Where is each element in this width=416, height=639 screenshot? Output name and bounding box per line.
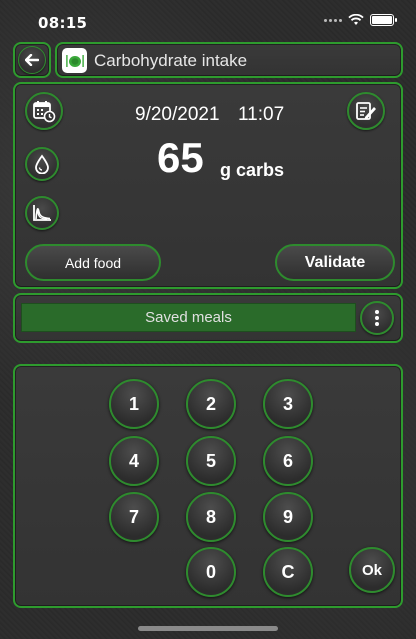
- blood-glucose-button[interactable]: [25, 147, 59, 181]
- more-vertical-icon: [375, 310, 379, 326]
- status-icons: [324, 14, 397, 26]
- key-8[interactable]: 8: [186, 492, 236, 542]
- arrow-left-icon: [25, 54, 39, 66]
- add-food-label: Add food: [64, 254, 122, 271]
- entry-date[interactable]: 9/20/2021: [135, 104, 220, 126]
- key-6[interactable]: 6: [263, 436, 313, 486]
- key-label: 9: [282, 506, 293, 527]
- back-button-panel: [13, 42, 51, 78]
- absorption-curve-button[interactable]: [25, 196, 59, 230]
- curve-chart-icon: [33, 205, 51, 221]
- key-9[interactable]: 9: [263, 492, 313, 542]
- header-bar: Carbohydrate intake: [55, 42, 403, 78]
- key-label: 6: [282, 450, 293, 471]
- key-clear[interactable]: C: [263, 547, 313, 597]
- ok-button[interactable]: Ok: [349, 547, 395, 593]
- key-5[interactable]: 5: [186, 436, 236, 486]
- back-button[interactable]: [18, 46, 46, 74]
- key-7[interactable]: 7: [109, 492, 159, 542]
- saved-meals-button[interactable]: Saved meals: [21, 303, 356, 332]
- note-button[interactable]: [347, 92, 385, 130]
- key-label: C: [281, 561, 295, 582]
- add-food-button[interactable]: Add food: [25, 244, 161, 281]
- key-label: 7: [128, 506, 139, 527]
- key-label: 3: [282, 393, 293, 414]
- key-3[interactable]: 3: [263, 379, 313, 429]
- key-label: 8: [205, 506, 216, 527]
- key-0[interactable]: 0: [186, 547, 236, 597]
- drop-icon: [35, 154, 49, 174]
- key-label: 5: [205, 450, 216, 471]
- status-time: 08:15: [38, 14, 88, 32]
- key-label: 4: [128, 450, 139, 471]
- ok-label: Ok: [361, 561, 382, 579]
- signal-icon: [324, 18, 342, 22]
- carb-unit: g carbs: [220, 160, 285, 180]
- saved-meals-label: Saved meals: [145, 309, 232, 326]
- key-label: 1: [128, 393, 139, 414]
- key-1[interactable]: 1: [109, 379, 159, 429]
- saved-meals-panel: Saved meals: [13, 293, 403, 343]
- date-picker-button[interactable]: [25, 92, 63, 130]
- status-bar: 08:15: [0, 0, 416, 38]
- validate-label: Validate: [304, 253, 366, 271]
- entry-time[interactable]: 11:07: [238, 104, 284, 126]
- wifi-icon: [348, 14, 364, 25]
- key-label: 2: [205, 393, 216, 414]
- battery-icon: [370, 14, 397, 26]
- more-options-button[interactable]: [360, 301, 394, 335]
- page-title: Carbohydrate intake: [94, 51, 248, 70]
- key-2[interactable]: 2: [186, 379, 236, 429]
- key-label: 0: [205, 561, 216, 582]
- meal-icon: [62, 48, 87, 73]
- key-4[interactable]: 4: [109, 436, 159, 486]
- calendar-clock-icon: [33, 101, 56, 123]
- keypad-panel: 1 2 3 4 5 6 7 8 9 0 C Ok: [13, 364, 403, 608]
- entry-panel: 9/20/2021 11:07 65 g carbs Add food Vali…: [13, 82, 403, 289]
- carb-amount: 65: [157, 134, 204, 181]
- edit-note-icon: [356, 102, 376, 120]
- home-indicator[interactable]: [138, 626, 278, 631]
- validate-button[interactable]: Validate: [275, 244, 395, 281]
